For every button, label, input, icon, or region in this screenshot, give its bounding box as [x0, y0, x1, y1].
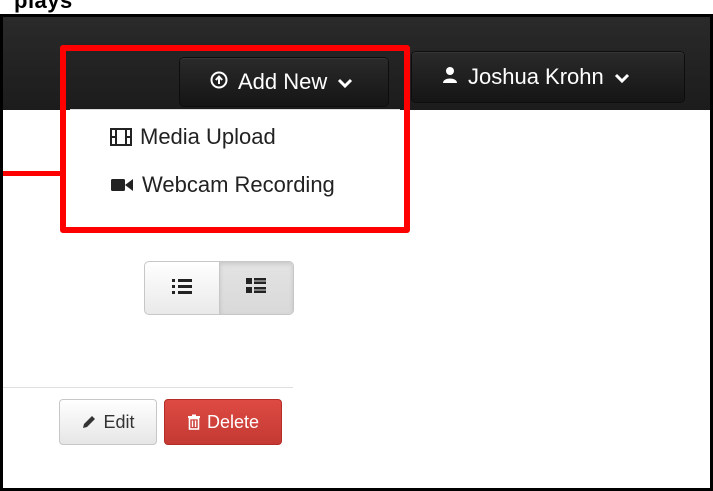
user-menu-button[interactable]: Joshua Krohn: [412, 52, 684, 102]
detailed-list-view-button[interactable]: [218, 262, 293, 314]
menu-item-label: Webcam Recording: [142, 172, 335, 197]
chevron-down-icon: [337, 69, 353, 95]
user-icon: [442, 64, 458, 90]
add-new-dropdown-menu: Media Upload Webcam Recording: [70, 109, 400, 222]
menu-item-webcam-recording[interactable]: Webcam Recording: [110, 172, 335, 198]
view-toggle-group: [144, 261, 294, 315]
upload-circle-icon: [210, 69, 228, 95]
add-new-label: Add New: [238, 69, 328, 94]
app-screenshot: Add New Joshua Krohn Media Upload Webcam…: [0, 14, 713, 491]
list-icon: [171, 277, 193, 300]
edit-button[interactable]: Edit: [59, 399, 157, 445]
clipped-page-title: plays: [14, 0, 73, 13]
list-view-button[interactable]: [145, 262, 219, 314]
menu-item-label: Media Upload: [140, 124, 276, 149]
video-camera-icon: [110, 177, 134, 193]
menu-item-media-upload[interactable]: Media Upload: [110, 124, 276, 150]
delete-label: Delete: [206, 411, 260, 432]
divider: [3, 387, 293, 388]
trash-icon: [187, 414, 201, 430]
add-new-button[interactable]: Add New: [180, 58, 388, 106]
detailed-list-icon: [245, 277, 267, 300]
callout-pointer-line: [3, 171, 63, 176]
pencil-icon: [81, 414, 97, 430]
top-navbar: Add New Joshua Krohn: [3, 17, 710, 110]
film-icon: [110, 127, 132, 147]
delete-button[interactable]: Delete: [164, 399, 282, 445]
user-name-label: Joshua Krohn: [468, 64, 604, 89]
chevron-down-icon: [614, 64, 630, 90]
edit-label: Edit: [103, 411, 135, 432]
